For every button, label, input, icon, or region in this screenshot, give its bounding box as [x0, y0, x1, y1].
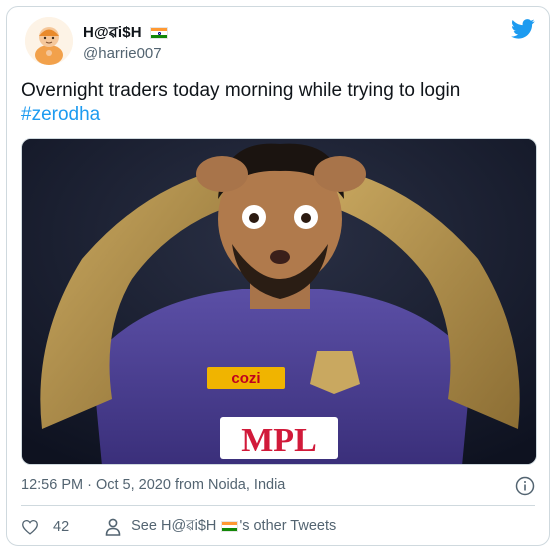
tweet-body: Overnight traders today morning while tr… [21, 80, 461, 101]
tweet-text: Overnight traders today morning while tr… [21, 79, 531, 127]
see-other-tweets-link[interactable]: See H@ৱi$H 's other Tweets [105, 515, 336, 539]
author-handle[interactable]: @harrie007 [83, 45, 162, 62]
see-prefix: See H@ৱi$H [131, 518, 217, 534]
tweet-image[interactable]: cozi MPL [21, 138, 537, 465]
tweet-card: H@ৱi$H @harrie007 Overnight traders toda… [6, 6, 550, 546]
divider [21, 505, 535, 506]
like-count: 42 [53, 519, 70, 535]
avatar[interactable] [25, 17, 73, 65]
cricketer-photo: cozi MPL [22, 139, 536, 464]
jersey-mpl-text: MPL [241, 422, 317, 459]
heart-icon [22, 519, 38, 535]
jersey-sponsor-text: cozi [231, 370, 260, 387]
see-suffix: 's other Tweets [239, 518, 337, 534]
author-name-text: H@ৱi$H [83, 24, 142, 41]
hashtag-link[interactable]: #zerodha [21, 103, 531, 127]
tweet-timestamp[interactable]: 12:56 PM · Oct 5, 2020 from Noida, India [21, 477, 285, 493]
info-icon[interactable] [515, 476, 535, 496]
author-name[interactable]: H@ৱi$H [83, 21, 169, 46]
avatar-monk-icon [25, 17, 73, 65]
tweet-actions: 42 See H@ৱi$H 's other Tweets [21, 516, 336, 538]
twitter-bird-icon[interactable] [511, 19, 535, 39]
like-button[interactable]: 42 [21, 519, 69, 535]
person-icon [105, 518, 121, 536]
see-other-tweets-label: See H@ৱi$H 's other Tweets [131, 515, 336, 539]
india-flag-icon [150, 27, 169, 39]
india-flag-icon [221, 521, 239, 532]
